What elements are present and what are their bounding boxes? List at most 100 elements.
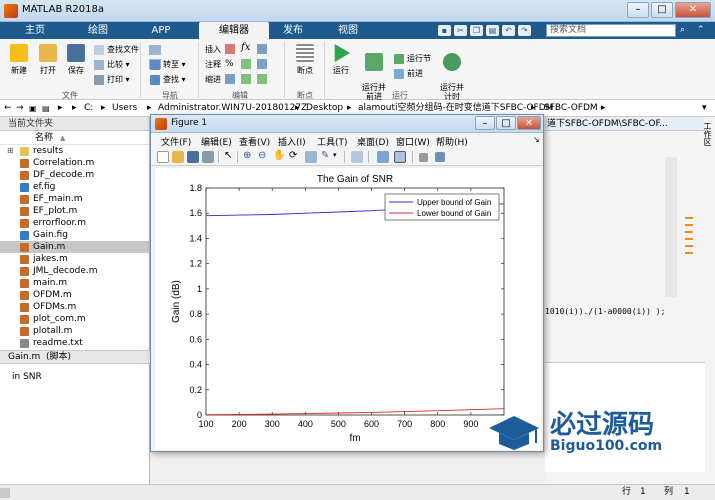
file-list-item[interactable]: ⊞ results	[0, 145, 149, 157]
dock-figure-icon[interactable]: ↘	[533, 135, 540, 144]
back-arrow-icon[interactable]: ←	[4, 100, 12, 117]
zoom-in-icon[interactable]: ⊕	[243, 150, 251, 161]
new-button[interactable]: 新建	[7, 44, 31, 76]
smart-indent-icon[interactable]	[225, 74, 235, 84]
run-section-button[interactable]: 运行节	[394, 52, 431, 65]
minimize-button[interactable]: –	[627, 2, 649, 18]
find-button[interactable]: 查找 ▾	[150, 73, 186, 86]
workspace-side-tab[interactable]: 工作区	[701, 122, 713, 146]
save-button[interactable]: 保存	[64, 44, 88, 76]
path-segment-drive[interactable]: C:	[84, 100, 93, 117]
indent-button[interactable]: 缩进	[205, 73, 221, 86]
insert-dropdown-icon[interactable]	[257, 44, 267, 54]
editor-scrollbar[interactable]	[665, 157, 677, 297]
path-segment-folder[interactable]: SFBC-OFDM	[544, 100, 598, 117]
file-list-item[interactable]: Correlation.m	[0, 157, 149, 169]
figure-maximize-button[interactable]: □	[496, 116, 516, 130]
zoom-out-icon[interactable]: ⊖	[258, 150, 266, 161]
rotate-icon[interactable]: ⟳	[289, 150, 297, 161]
figure-menu-tools[interactable]: 工具(T)	[317, 135, 348, 148]
file-list-item[interactable]: JML_decode.m	[0, 265, 149, 277]
save-quick-icon[interactable]: ▪	[438, 25, 451, 36]
run-button[interactable]: 运行	[329, 44, 353, 76]
file-list-item[interactable]: jakes.m	[0, 253, 149, 265]
breakpoints-button[interactable]: 断点	[292, 44, 318, 76]
save-figure-icon[interactable]	[187, 151, 199, 163]
path-segment-users[interactable]: Users	[112, 100, 137, 117]
pan-icon[interactable]: ✋	[273, 150, 285, 161]
search-documentation-input[interactable]: 搜索文档	[546, 24, 676, 37]
figure-menu-edit[interactable]: 编辑(E)	[201, 135, 232, 148]
fx-icon[interactable]: fx	[241, 42, 250, 53]
browse-folder-icon[interactable]: ▤	[42, 100, 50, 117]
insert-section-icon[interactable]	[225, 44, 235, 54]
file-list-item[interactable]: plotall.m	[0, 325, 149, 337]
insert-button[interactable]: 插入	[205, 43, 221, 56]
command-window[interactable]	[545, 362, 705, 472]
new-figure-icon[interactable]	[157, 151, 169, 163]
uncomment-icon[interactable]	[257, 59, 267, 69]
figure-menu-desktop[interactable]: 桌面(D)	[357, 135, 389, 148]
file-list-item[interactable]: errorfloor.m	[0, 217, 149, 229]
print-figure-icon[interactable]	[202, 151, 214, 163]
compare-button[interactable]: 比较 ▾	[94, 58, 130, 71]
copy-quick-icon[interactable]: ❐	[470, 25, 483, 36]
print-button[interactable]: 打印 ▾	[94, 73, 130, 86]
decrease-indent-icon[interactable]	[257, 74, 267, 84]
data-cursor-icon[interactable]	[305, 151, 317, 163]
percent-icon[interactable]: %	[225, 59, 234, 69]
tab-plots[interactable]: 绘图	[73, 22, 123, 39]
maximize-button[interactable]: □	[651, 2, 673, 18]
address-dropdown-icon[interactable]: ▾	[702, 100, 707, 117]
colorbar-icon[interactable]	[377, 151, 389, 163]
comment-button[interactable]: 注释	[205, 58, 221, 71]
figure-close-button[interactable]: ✕	[517, 116, 541, 130]
file-list-item[interactable]: EF_plot.m	[0, 205, 149, 217]
search-icon[interactable]: ⌕	[680, 25, 692, 36]
tab-editor[interactable]: 编辑器	[199, 22, 269, 39]
show-plot-tools-icon[interactable]	[435, 152, 445, 162]
file-list-item[interactable]: Gain.m	[0, 241, 149, 253]
file-list-item[interactable]: plot_com.m	[0, 313, 149, 325]
open-file-icon[interactable]	[172, 151, 184, 163]
close-button[interactable]: ✕	[675, 2, 711, 18]
expand-folder-icon[interactable]: ⊞	[7, 145, 14, 157]
figure-menu-file[interactable]: 文件(F)	[161, 135, 191, 148]
figure-menu-insert[interactable]: 插入(I)	[278, 135, 306, 148]
figure-menu-view[interactable]: 查看(V)	[239, 135, 270, 148]
link-plot-icon[interactable]	[351, 151, 363, 163]
file-list-item[interactable]: main.m	[0, 277, 149, 289]
figure-menu-window[interactable]: 窗口(W)	[396, 135, 430, 148]
undo-quick-icon[interactable]: ↶	[502, 25, 515, 36]
name-column-header[interactable]: 名称 ▲	[0, 131, 149, 145]
paste-quick-icon[interactable]: ▤	[486, 25, 499, 36]
find-files-button[interactable]: 查找文件	[94, 43, 139, 56]
file-list-item[interactable]: DF_decode.m	[0, 169, 149, 181]
hide-plot-tools-icon[interactable]	[419, 153, 428, 162]
file-list-item[interactable]: EF_main.m	[0, 193, 149, 205]
goto-button[interactable]: 转至 ▾	[150, 58, 186, 71]
file-list-item[interactable]: Gain.fig	[0, 229, 149, 241]
increase-indent-icon[interactable]	[241, 74, 251, 84]
tab-apps[interactable]: APP	[136, 22, 186, 39]
file-list-item[interactable]: OFDMs.m	[0, 301, 149, 313]
brush-dropdown-icon[interactable]: ▾	[333, 151, 337, 159]
up-folder-icon[interactable]: ▣	[29, 100, 37, 117]
wrap-comment-icon[interactable]	[241, 59, 251, 69]
pointer-icon[interactable]: ↖	[224, 150, 232, 161]
back-icon[interactable]	[149, 45, 161, 55]
file-list-item[interactable]: readme.txt	[0, 337, 149, 349]
forward-arrow-icon[interactable]: →	[16, 100, 24, 117]
cut-quick-icon[interactable]: ✂	[454, 25, 467, 36]
figure-minimize-button[interactable]: –	[475, 116, 495, 130]
collapse-ribbon-icon[interactable]: ⌃	[697, 25, 709, 36]
legend-icon[interactable]	[394, 151, 406, 163]
tab-home[interactable]: 主页	[10, 22, 60, 39]
advance-button[interactable]: 前进	[394, 67, 423, 80]
tab-view[interactable]: 视图	[323, 22, 373, 39]
brush-icon[interactable]: ✎	[321, 150, 329, 161]
tab-publish[interactable]: 发布	[268, 22, 318, 39]
redo-quick-icon[interactable]: ↷	[518, 25, 531, 36]
editor-path-tab[interactable]: 道下SFBC-OFDM\SFBC-OF...	[545, 117, 705, 131]
file-list-item[interactable]: ef.fig	[0, 181, 149, 193]
